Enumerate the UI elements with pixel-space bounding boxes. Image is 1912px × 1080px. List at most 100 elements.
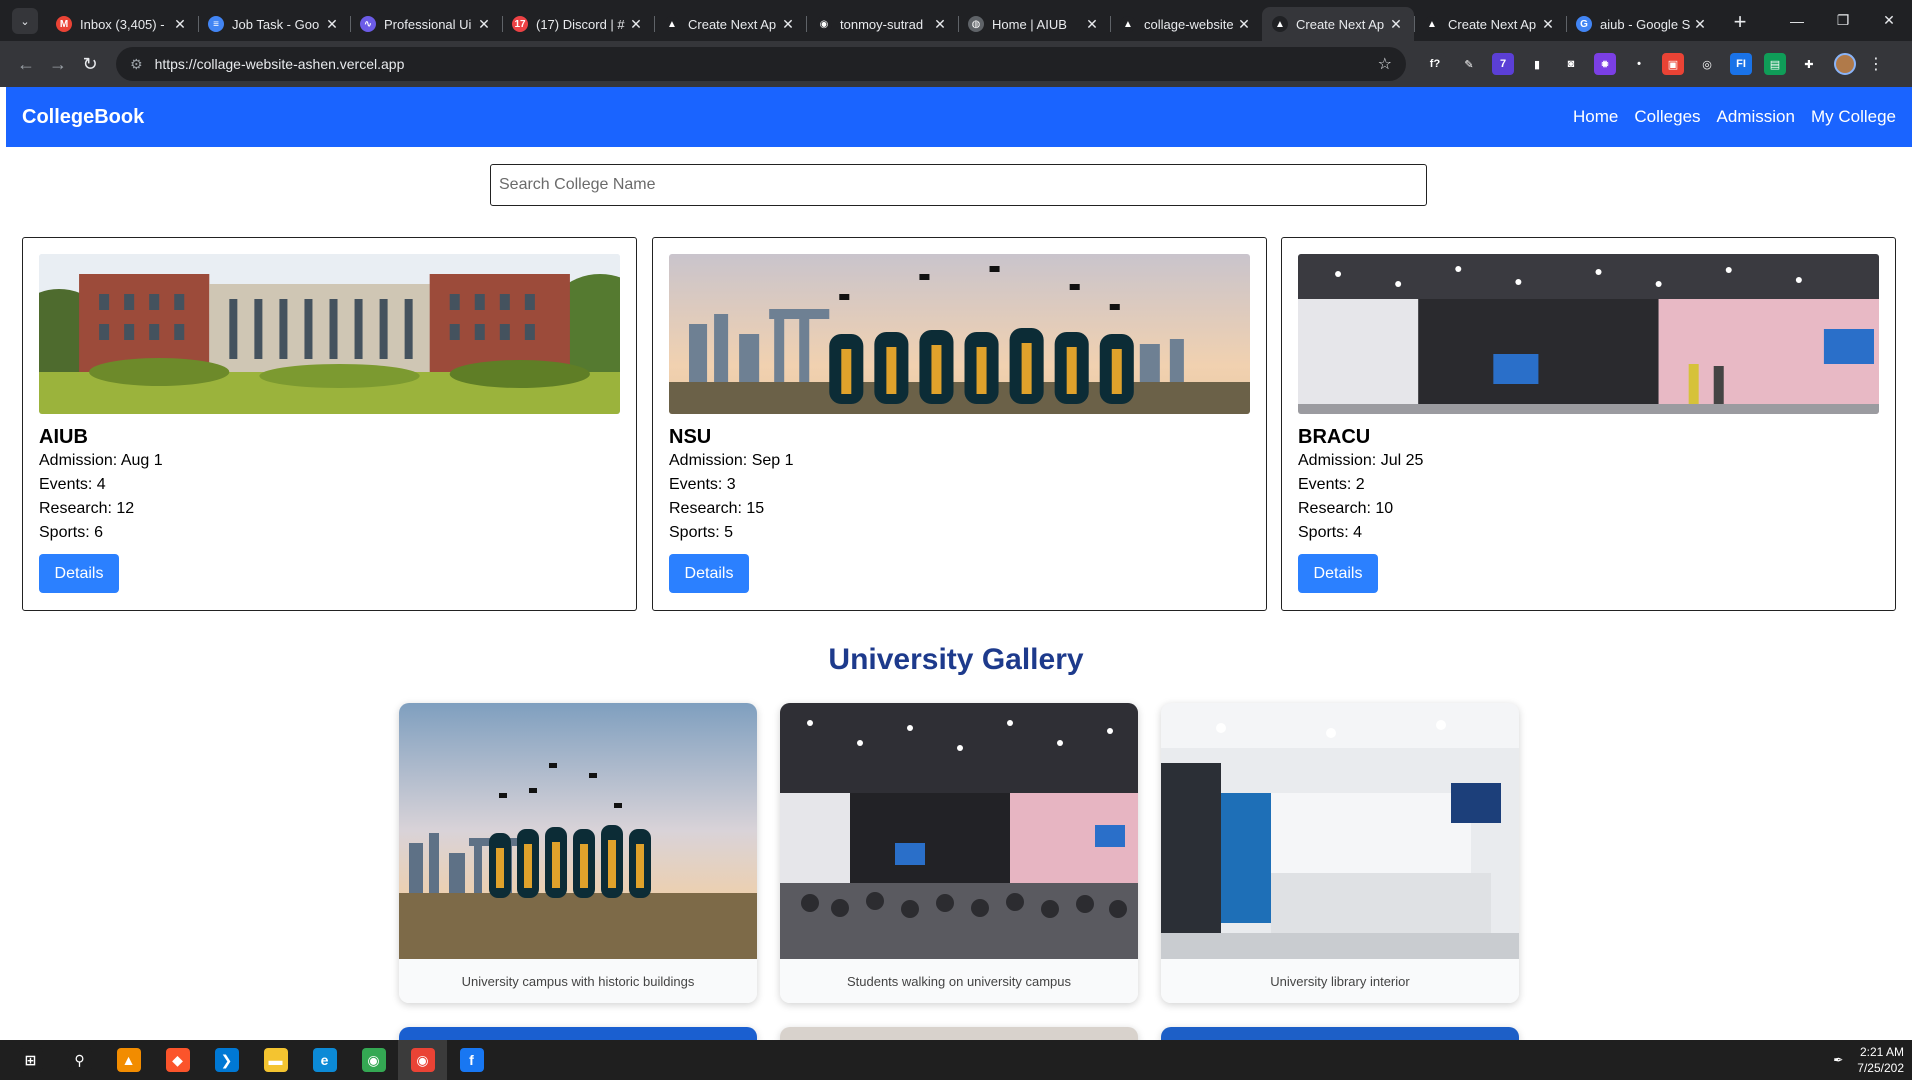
tab-close-icon[interactable]: ✕: [1236, 16, 1252, 33]
gallery-item[interactable]: Students walking on university campus: [780, 703, 1138, 1003]
vercel-icon: ▲: [664, 16, 680, 32]
taskbar-app[interactable]: ⊞: [6, 1040, 55, 1080]
site-info-icon[interactable]: ⚙: [130, 56, 143, 73]
nav-my-college-link[interactable]: My College: [1811, 107, 1896, 127]
puzzle-icon[interactable]: ✚: [1798, 53, 1820, 75]
details-button[interactable]: Details: [1298, 554, 1378, 593]
forward-icon[interactable]: →: [42, 48, 74, 80]
browser-tab[interactable]: ◍ Home | AIUB ✕: [958, 7, 1110, 41]
new-tab-button[interactable]: +: [1726, 9, 1754, 35]
back-icon[interactable]: ←: [10, 48, 42, 80]
college-events: Events: 2: [1298, 476, 1365, 493]
site-brand[interactable]: CollegeBook: [22, 106, 144, 129]
tab-close-icon[interactable]: ✕: [1540, 16, 1556, 33]
taskbar-app[interactable]: ❯: [202, 1040, 251, 1080]
tab-close-icon[interactable]: ✕: [932, 16, 948, 33]
gallery-item[interactable]: [1161, 1027, 1519, 1040]
browser-tab[interactable]: ∿ Professional Ui ✕: [350, 7, 502, 41]
tab-title: Home | AIUB: [992, 16, 1067, 32]
taskbar-app[interactable]: e: [300, 1040, 349, 1080]
sheet-icon[interactable]: ▤: [1764, 53, 1786, 75]
gallery-item[interactable]: University campus with historic building…: [399, 703, 757, 1003]
nav-home-link[interactable]: Home: [1573, 107, 1618, 127]
taskbar-app[interactable]: f: [447, 1040, 496, 1080]
gallery-item[interactable]: [399, 1027, 757, 1040]
url-text[interactable]: https://collage-website-ashen.vercel.app: [155, 56, 1378, 72]
college-admission: Admission: Jul 25: [1298, 452, 1424, 469]
address-bar[interactable]: ⚙ https://collage-website-ashen.vercel.a…: [116, 47, 1406, 81]
edge-icon: e: [312, 1048, 337, 1072]
tab-close-icon[interactable]: ✕: [1388, 16, 1404, 33]
eye-icon[interactable]: ◎: [1696, 53, 1718, 75]
browser-tab[interactable]: ◉ tonmoy-sutrad ✕: [806, 7, 958, 41]
college-card: NSU Admission: Sep 1 Events: 3 Research:…: [652, 237, 1267, 611]
discord-icon: 17: [512, 16, 528, 32]
college-events: Events: 4: [39, 476, 106, 493]
profile-avatar[interactable]: [1834, 53, 1856, 75]
tab-title: collage-website: [1144, 16, 1234, 32]
pen-icon[interactable]: ✒: [1833, 1053, 1843, 1067]
tab-title: Create Next Ap: [688, 16, 777, 32]
browser-tab[interactable]: ≡ Job Task - Goo ✕: [198, 7, 350, 41]
file-explorer-icon: ▬: [263, 1048, 288, 1072]
extensions-row: f? ✎ 7 ▮ ◙ ✹ • ▣ ◎ FI ▤ ✚: [1424, 53, 1820, 75]
college-search-input[interactable]: [490, 164, 1427, 206]
minimize-icon[interactable]: —: [1774, 0, 1820, 41]
taskbar-app[interactable]: ◆: [153, 1040, 202, 1080]
tab-close-icon[interactable]: ✕: [1084, 16, 1100, 33]
browser-toolbar: ← → ↻ ⚙ https://collage-website-ashen.ve…: [0, 41, 1912, 87]
hall-audience-photo: [780, 703, 1138, 959]
browser-tab[interactable]: ▲ Create Next Ap ✕: [654, 7, 806, 41]
camera-icon[interactable]: ◙: [1560, 53, 1582, 75]
eyedropper-icon[interactable]: ✎: [1458, 53, 1480, 75]
browser-tab[interactable]: ▲ Create Next Ap ✕: [1262, 7, 1414, 41]
font-icon[interactable]: f?: [1424, 53, 1446, 75]
taskbar-app[interactable]: ▲: [104, 1040, 153, 1080]
nav-colleges-link[interactable]: Colleges: [1634, 107, 1700, 127]
college-sports: Sports: 4: [1298, 524, 1363, 541]
browser-tab[interactable]: M Inbox (3,405) - ✕: [46, 7, 198, 41]
google-icon: G: [1576, 16, 1592, 32]
details-button[interactable]: Details: [669, 554, 749, 593]
taskbar-app[interactable]: ◉: [398, 1040, 447, 1080]
close-window-icon[interactable]: ✕: [1866, 0, 1912, 41]
note-icon[interactable]: ▮: [1526, 53, 1548, 75]
site-navbar: CollegeBook Home Colleges Admission My C…: [6, 87, 1912, 147]
fi-icon[interactable]: FI: [1730, 53, 1752, 75]
reload-icon[interactable]: ↻: [74, 48, 106, 80]
college-research: Research: 12: [39, 500, 135, 517]
restore-icon[interactable]: ❐: [1820, 0, 1866, 41]
taskbar-app[interactable]: ◉: [349, 1040, 398, 1080]
tab-close-icon[interactable]: ✕: [628, 16, 644, 33]
details-button[interactable]: Details: [39, 554, 119, 593]
system-tray: ✒ 2:21 AM 7/25/202: [1833, 1044, 1912, 1076]
more-menu-icon[interactable]: ⋮: [1868, 54, 1884, 74]
taskbar-app[interactable]: ⚲: [55, 1040, 104, 1080]
gallery-item[interactable]: University library interior: [1161, 703, 1519, 1003]
browser-tab[interactable]: 17 (17) Discord | # ✕: [502, 7, 654, 41]
tab-strip: M Inbox (3,405) - ✕ ≡ Job Task - Goo ✕ ∿ Profe…: [46, 7, 1718, 41]
gallery-item[interactable]: [780, 1027, 1138, 1040]
college-name: NSU: [669, 426, 712, 448]
clock-date: 7/25/202: [1857, 1061, 1904, 1075]
media-icon[interactable]: ▣: [1662, 53, 1684, 75]
gear-extension-icon[interactable]: ✹: [1594, 53, 1616, 75]
tab-close-icon[interactable]: ✕: [780, 16, 796, 33]
extension-badge-icon[interactable]: 7: [1492, 53, 1514, 75]
tab-close-icon[interactable]: ✕: [172, 16, 188, 33]
browser-tab-bar: ⌄ M Inbox (3,405) - ✕ ≡ Job Task - Goo ✕ ∿ Pro…: [0, 0, 1912, 41]
dropper-icon[interactable]: •: [1628, 53, 1650, 75]
tab-close-icon[interactable]: ✕: [1692, 16, 1708, 33]
browser-tab[interactable]: Gaiub - Google S ✕: [1566, 7, 1718, 41]
browser-tab[interactable]: ▲ Create Next Ap ✕: [1414, 7, 1566, 41]
tab-close-icon[interactable]: ✕: [476, 16, 492, 33]
browser-tab[interactable]: ▲ collage-website ✕: [1110, 7, 1262, 41]
tab-search-icon[interactable]: ⌄: [12, 8, 38, 34]
clock[interactable]: 2:21 AM 7/25/202: [1857, 1044, 1904, 1076]
vercel-icon: ▲: [1424, 16, 1440, 32]
tab-close-icon[interactable]: ✕: [324, 16, 340, 33]
bookmark-star-icon[interactable]: ☆: [1378, 54, 1392, 74]
college-events: Events: 3: [669, 476, 736, 493]
taskbar-app[interactable]: ▬: [251, 1040, 300, 1080]
nav-admission-link[interactable]: Admission: [1717, 107, 1795, 127]
